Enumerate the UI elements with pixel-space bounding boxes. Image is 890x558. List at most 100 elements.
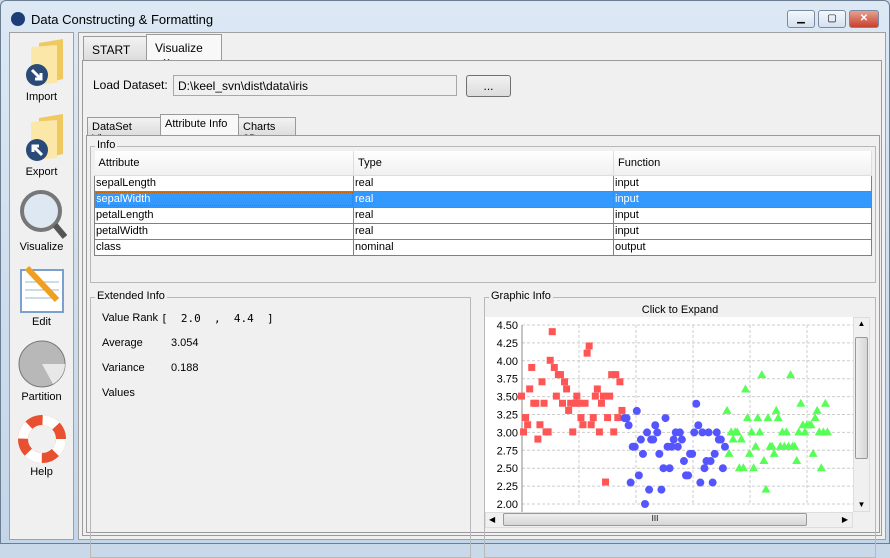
table-cell[interactable]: petalWidth bbox=[94, 222, 354, 240]
browse-button[interactable]: ... bbox=[466, 75, 511, 97]
table-cell[interactable]: class bbox=[94, 238, 354, 256]
data-point bbox=[559, 399, 566, 407]
table-cell[interactable]: sepalLength bbox=[94, 174, 354, 192]
sidebar-item-partition[interactable]: Partition bbox=[10, 335, 73, 409]
subtab-dataset-view[interactable]: DataSet View bbox=[87, 117, 161, 145]
scroll-up-icon[interactable]: ▲ bbox=[854, 319, 869, 328]
table-cell[interactable]: real bbox=[353, 206, 614, 224]
scatter-chart[interactable]: 4.50 4.25 4.00 3.75 3.50 3.25 3.00 2.75 2.50 2.25… bbox=[485, 317, 853, 512]
sidebar-item-import[interactable]: Import bbox=[10, 35, 73, 109]
scatter-plot-svg: 4.50 4.25 4.00 3.75 3.50 3.25 3.00 2.75 2.50 2.25… bbox=[497, 320, 853, 512]
scroll-left-icon[interactable]: ◀ bbox=[489, 515, 495, 524]
subtab-attribute-info[interactable]: Attribute Info bbox=[160, 114, 239, 136]
table-cell[interactable]: petalLength bbox=[94, 206, 354, 224]
sidebar-item-edit[interactable]: Edit bbox=[10, 260, 73, 334]
data-point bbox=[747, 427, 757, 436]
table-row[interactable]: sepalWidth real input bbox=[94, 190, 872, 208]
folder-export-icon bbox=[17, 114, 67, 164]
average-value: 3.054 bbox=[171, 337, 199, 349]
data-point bbox=[616, 378, 624, 386]
data-point bbox=[728, 434, 738, 443]
data-point bbox=[632, 406, 641, 415]
notepad-pencil-icon bbox=[17, 264, 67, 314]
window-title: Data Constructing & Formatting bbox=[31, 11, 214, 27]
table-row[interactable]: petalLength real input bbox=[94, 206, 872, 224]
y-tick-label: 3.25 bbox=[497, 410, 518, 422]
column-header-function[interactable]: Function bbox=[613, 151, 872, 176]
magnifier-icon bbox=[17, 189, 67, 239]
data-point bbox=[520, 428, 528, 436]
data-point bbox=[606, 392, 614, 400]
sidebar-item-export[interactable]: Export bbox=[10, 110, 73, 184]
data-point bbox=[692, 399, 701, 408]
table-cell[interactable]: input bbox=[613, 174, 872, 192]
graphic-info-title: Graphic Info bbox=[489, 290, 553, 302]
data-point bbox=[563, 385, 571, 393]
close-button[interactable]: ✕ bbox=[849, 10, 879, 28]
maximize-button[interactable]: ▢ bbox=[818, 10, 846, 28]
table-cell[interactable]: input bbox=[613, 206, 872, 224]
data-point bbox=[655, 449, 664, 458]
table-cell[interactable]: real bbox=[353, 190, 614, 208]
table-row[interactable]: petalWidth real input bbox=[94, 222, 872, 240]
title-bar: Data Constructing & Formatting bbox=[11, 9, 213, 29]
data-point bbox=[614, 414, 622, 422]
data-point bbox=[524, 421, 532, 429]
tab-start-label: START bbox=[92, 43, 131, 57]
scroll-right-icon[interactable]: ▶ bbox=[842, 515, 848, 524]
data-point bbox=[712, 428, 721, 437]
data-point bbox=[528, 363, 536, 371]
values-label: Values bbox=[102, 387, 135, 399]
click-to-expand-link[interactable]: Click to Expand bbox=[485, 304, 875, 317]
horizontal-scroll-thumb[interactable]: III bbox=[503, 513, 807, 526]
horizontal-scrollbar[interactable]: ◀ III ▶ bbox=[485, 512, 853, 528]
tab-start[interactable]: START bbox=[83, 36, 147, 61]
table-cell[interactable]: nominal bbox=[353, 238, 614, 256]
minimize-button[interactable]: ▁ bbox=[787, 10, 815, 28]
data-point bbox=[630, 442, 639, 451]
data-point bbox=[544, 428, 552, 436]
table-row[interactable]: class nominal output bbox=[94, 238, 872, 256]
table-cell[interactable]: input bbox=[613, 190, 872, 208]
data-point bbox=[786, 370, 796, 379]
data-point bbox=[816, 463, 826, 472]
dataset-path-field[interactable]: D:\keel_svn\dist\data\iris bbox=[173, 75, 457, 96]
data-point bbox=[595, 428, 603, 436]
data-point bbox=[622, 414, 631, 423]
tab-visualize[interactable]: Visualize × bbox=[146, 34, 222, 69]
table-cell[interactable]: sepalWidth bbox=[94, 190, 354, 208]
y-tick-label: 2.50 bbox=[497, 463, 518, 475]
data-point bbox=[610, 428, 618, 436]
subtab-charts-2d[interactable]: Charts 2D bbox=[238, 117, 296, 145]
table-cell[interactable]: real bbox=[353, 222, 614, 240]
column-header-type[interactable]: Type bbox=[353, 151, 614, 176]
data-point bbox=[538, 378, 546, 386]
data-point bbox=[716, 435, 725, 444]
data-point bbox=[534, 435, 542, 443]
data-point bbox=[710, 449, 719, 458]
sidebar: Import Export Visualize Edit Partition H… bbox=[9, 32, 74, 540]
table-row[interactable]: sepalLength real input bbox=[94, 174, 872, 192]
vertical-scrollbar[interactable]: ▲ ▼ bbox=[853, 317, 870, 512]
data-point bbox=[688, 449, 697, 458]
variance-value: 0.188 bbox=[171, 362, 199, 374]
data-point bbox=[740, 384, 750, 393]
scroll-down-icon[interactable]: ▼ bbox=[854, 500, 869, 509]
sidebar-item-visualize[interactable]: Visualize bbox=[10, 185, 73, 259]
data-point bbox=[641, 500, 649, 508]
data-point bbox=[704, 428, 713, 437]
y-tick-label: 4.50 bbox=[497, 320, 518, 332]
data-point bbox=[587, 421, 595, 429]
data-point bbox=[597, 399, 605, 407]
data-point bbox=[522, 414, 530, 422]
table-cell[interactable]: real bbox=[353, 174, 614, 192]
column-header-attribute[interactable]: Attribute bbox=[94, 151, 354, 176]
data-point bbox=[561, 378, 569, 386]
table-cell[interactable]: output bbox=[613, 238, 872, 256]
info-group-title: Info bbox=[95, 139, 118, 151]
sidebar-item-help[interactable]: Help bbox=[10, 410, 73, 484]
data-point bbox=[677, 435, 686, 444]
vertical-scroll-thumb[interactable] bbox=[855, 337, 868, 459]
value-rank-value: [ 2.0 , 4.4 ] bbox=[161, 312, 274, 325]
table-cell[interactable]: input bbox=[613, 222, 872, 240]
